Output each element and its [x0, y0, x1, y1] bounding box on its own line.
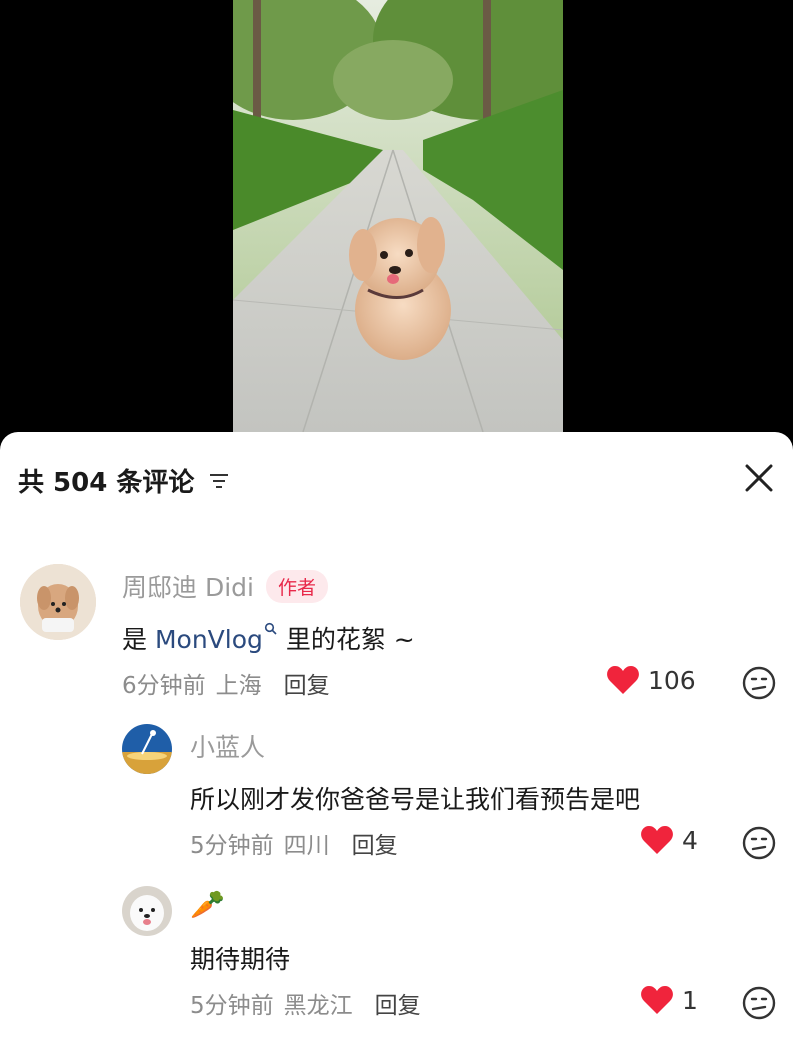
comment-reply-item: 小蓝人 所以刚才发你爸爸号是让我们看预告是吧 5分钟前 四川 回复 4	[0, 722, 793, 862]
filter-sort-icon[interactable]	[208, 470, 230, 492]
like-button[interactable]: 4	[640, 824, 698, 856]
avatar[interactable]	[20, 564, 96, 640]
comment-sheet-header: 共 504 条评论	[0, 432, 793, 528]
white-dog-avatar-icon	[122, 886, 172, 936]
dog-avatar-icon	[20, 564, 96, 640]
comment-text: 是 MonVlog 里的花絮 ~	[122, 620, 415, 656]
comment-reply-item: 🥕 期待期待 5分钟前 黑龙江 回复 1	[0, 884, 793, 1038]
comment-text: 期待期待	[190, 945, 291, 974]
like-button[interactable]: 1	[640, 984, 698, 1016]
reply-button[interactable]: 回复	[284, 666, 330, 700]
heart-icon	[607, 666, 639, 694]
reply-button[interactable]: 回复	[375, 986, 421, 1020]
comment-text-prefix: 是	[122, 625, 155, 654]
author-badge: 作者	[265, 569, 328, 603]
like-count: 4	[682, 825, 698, 855]
dislike-face-icon[interactable]	[742, 986, 776, 1020]
comment-count: 共 504 条评论	[18, 462, 230, 499]
comment-count-label: 共 504 条评论	[18, 468, 195, 498]
close-icon[interactable]	[739, 458, 779, 498]
search-icon	[264, 622, 277, 635]
avatar[interactable]	[122, 886, 172, 936]
video-player[interactable]	[0, 0, 793, 440]
comment-item: 周邸迪 Didi 作者 是 MonVlog 里的花絮 ~ 6分钟前 上海 回复 …	[0, 560, 793, 700]
heart-icon	[641, 986, 673, 1014]
comment-location: 黑龙江	[283, 993, 353, 1019]
video-frame[interactable]	[233, 0, 563, 432]
comment-time: 6分钟前	[122, 673, 206, 699]
author-name[interactable]: 小蓝人	[190, 728, 265, 764]
mention-link[interactable]: MonVlog	[155, 625, 263, 654]
author-name[interactable]: 🥕	[190, 888, 225, 921]
comment-text: 所以刚才发你爸爸号是让我们看预告是吧	[190, 785, 641, 814]
dislike-face-icon[interactable]	[742, 826, 776, 860]
blue-figure-avatar-icon	[122, 724, 172, 774]
like-count: 106	[648, 665, 696, 695]
dislike-face-icon[interactable]	[742, 666, 776, 700]
comment-time: 5分钟前	[190, 833, 274, 859]
comment-location: 四川	[283, 833, 330, 859]
like-count: 1	[682, 985, 698, 1015]
avatar[interactable]	[122, 724, 172, 774]
like-button[interactable]: 106	[606, 664, 696, 696]
reply-button[interactable]: 回复	[352, 826, 398, 860]
comment-location: 上海	[215, 673, 262, 699]
author-name[interactable]: 周邸迪 Didi	[122, 568, 254, 604]
video-thumbnail-dog-on-path	[233, 0, 563, 432]
comment-text-suffix: 里的花絮 ~	[277, 625, 415, 654]
heart-icon	[641, 826, 673, 854]
comment-time: 5分钟前	[190, 993, 274, 1019]
comment-sheet: 共 504 条评论 周邸迪 Didi 作者 是 MonVlog 里的花絮 ~ 6…	[0, 432, 793, 1038]
